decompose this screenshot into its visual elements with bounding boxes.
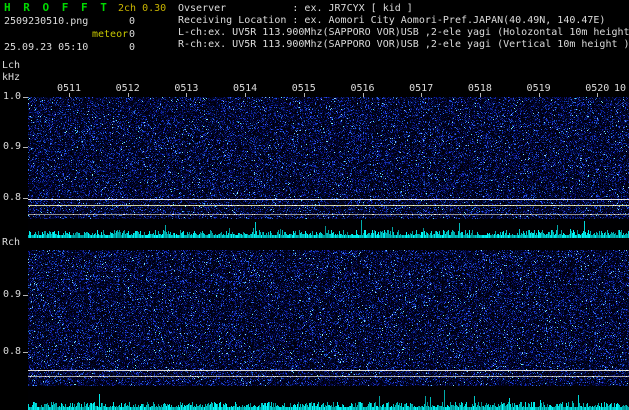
rch-channel-label: Rch bbox=[2, 237, 21, 248]
rch-receiver-line: R-ch:ex. UV5R 113.900Mhz(SAPPORO VOR)USB… bbox=[178, 39, 629, 50]
freq-label: 0.8 bbox=[2, 192, 21, 203]
freq-label: 0.8 bbox=[2, 346, 21, 357]
rch-spectrogram-canvas bbox=[28, 250, 629, 410]
lch-channel-label: Lch bbox=[2, 60, 21, 71]
freq-label: 0.9 bbox=[2, 141, 21, 152]
hrofft-output-screen: H R O F F T 2ch 0.30 2509230510.png mete… bbox=[0, 0, 629, 410]
freq-label: 0.9 bbox=[2, 289, 21, 300]
timestamp: 25.09.23 05:10 bbox=[4, 42, 89, 53]
time-label-end: 10 bbox=[613, 83, 627, 94]
observer-line: Ovserver : ex. JR7CYX [ kid ] bbox=[178, 3, 413, 14]
khz-unit-label: kHz bbox=[2, 72, 21, 83]
app-version: 2ch 0.30 bbox=[118, 3, 167, 14]
mode-label: meteor bbox=[92, 29, 129, 40]
output-filename: 2509230510.png bbox=[4, 16, 89, 27]
app-title: H R O F F T bbox=[4, 1, 110, 14]
meteor-count-1: 0 bbox=[129, 16, 136, 27]
location-line: Receiving Location : ex. Aomori City Aom… bbox=[178, 15, 606, 26]
meteor-count-2: 0 bbox=[129, 29, 136, 40]
lch-spectrogram-canvas bbox=[28, 97, 629, 238]
meteor-count-3: 0 bbox=[129, 42, 136, 53]
lch-receiver-line: L-ch:ex. UV5R 113.900Mhz(SAPPORO VOR)USB… bbox=[178, 27, 629, 38]
freq-label: 1.0 bbox=[2, 91, 21, 102]
